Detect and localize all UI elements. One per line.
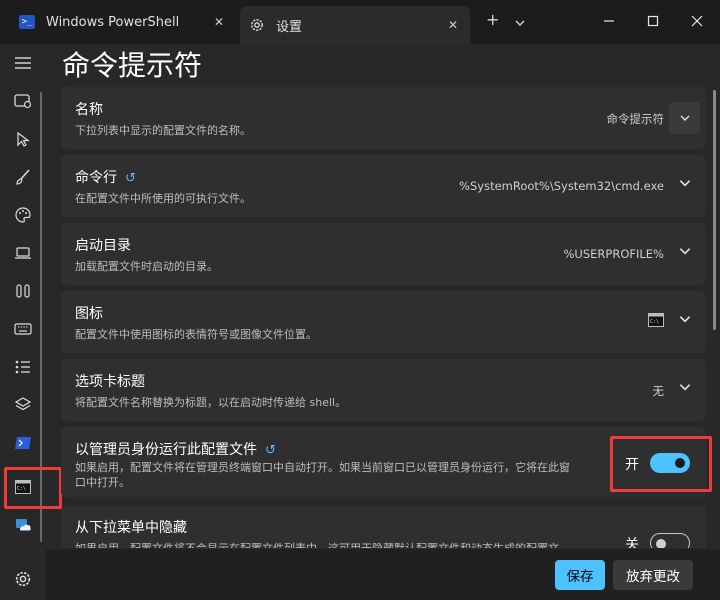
close-icon[interactable]: ✕ [214, 15, 224, 29]
setting-description: 在配置文件中所使用的可执行文件。 [75, 192, 251, 205]
tools-icon[interactable] [8, 276, 38, 306]
setting-title: 从下拉菜单中隐藏 [75, 520, 187, 536]
setting-title-row: 以管理员身份运行此配置文件 ↺ [75, 439, 276, 459]
setting-name[interactable]: 名称 下拉列表中显示的配置文件的名称。 命令提示符 [61, 87, 706, 149]
close-icon[interactable]: ✕ [448, 18, 458, 32]
gear-icon [248, 16, 266, 34]
chevron-down-icon[interactable] [514, 13, 526, 32]
title-bar: >_ Windows PowerShell ✕ 设置 ✕ + [0, 0, 720, 44]
reset-icon[interactable]: ↺ [265, 443, 276, 458]
laptop-icon[interactable] [8, 238, 38, 268]
hamburger-menu-icon[interactable] [8, 48, 38, 78]
setting-title: 启动目录 [75, 238, 131, 254]
svg-text:C:\: C:\ [650, 319, 659, 325]
highlight-box [610, 436, 712, 492]
highlight-box [4, 467, 62, 509]
setting-value: 无 [652, 384, 665, 398]
tab-windows-powershell[interactable]: >_ Windows PowerShell ✕ [8, 6, 236, 38]
layers-icon[interactable] [8, 390, 38, 420]
setting-title-row: 命令行 ↺ [75, 167, 136, 187]
azure-cloud-icon[interactable] [8, 510, 38, 540]
setting-description: 配置文件中使用图标的表情符号或图像文件位置。 [75, 328, 317, 341]
setting-description: 将配置文件名称替换为标题，以在启动时传递给 shell。 [75, 396, 347, 409]
expand-button[interactable] [669, 102, 700, 134]
chevron-down-icon [680, 115, 689, 121]
keyboard-icon[interactable] [8, 314, 38, 344]
setting-value: %USERPROFILE% [563, 247, 665, 261]
tab-label: Windows PowerShell [46, 14, 180, 30]
chevron-down-icon[interactable] [678, 176, 692, 190]
setting-title: 以管理员身份运行此配置文件 [75, 442, 257, 458]
reset-icon[interactable]: ↺ [125, 171, 136, 186]
tab-label: 设置 [276, 19, 303, 35]
setting-tab-title[interactable]: 选项卡标题 将配置文件名称替换为标题，以在启动时传递给 shell。 无 [61, 359, 706, 421]
save-button[interactable]: 保存 [555, 560, 605, 590]
brush-icon[interactable] [8, 162, 38, 192]
powershell-icon: >_ [18, 13, 36, 31]
setting-value: 命令提示符 [606, 112, 665, 126]
setting-title: 命令行 [75, 170, 117, 186]
setting-description: 加载配置文件时启动的目录。 [75, 260, 218, 273]
close-window-icon[interactable] [682, 8, 712, 34]
tab-settings[interactable]: 设置 ✕ [240, 6, 470, 44]
setting-description: 下拉列表中显示的配置文件的名称。 [75, 124, 251, 137]
terminal-icon: C:\ [648, 313, 664, 327]
setting-icon[interactable]: 图标 配置文件中使用图标的表情符号或图像文件位置。 C:\ [61, 291, 706, 353]
maximize-icon[interactable] [638, 8, 668, 34]
setting-start-directory[interactable]: 启动目录 加载配置文件时启动的目录。 %USERPROFILE% [61, 223, 706, 285]
discard-changes-button[interactable]: 放弃更改 [613, 560, 693, 590]
chevron-down-icon[interactable] [678, 312, 692, 326]
setting-title: 选项卡标题 [75, 374, 145, 390]
startup-icon[interactable] [8, 86, 38, 116]
setting-description-line: 口中打开。 [75, 476, 130, 489]
gear-icon[interactable] [8, 564, 38, 594]
setting-description-line: 如果启用，配置文件将在管理员终端窗口中自动打开。如果当前窗口已以管理员身份运行，… [75, 461, 570, 474]
chevron-down-icon[interactable] [678, 380, 692, 394]
new-tab-icon[interactable]: + [486, 10, 499, 29]
list-icon[interactable] [8, 352, 38, 382]
setting-value: %SystemRoot%\System32\cmd.exe [459, 179, 664, 193]
powershell-profile-icon[interactable] [8, 428, 38, 458]
setting-title: 名称 [75, 102, 103, 118]
content-scrollbar[interactable] [713, 90, 716, 330]
minimize-icon[interactable] [594, 8, 624, 34]
setting-title: 图标 [75, 306, 103, 322]
setting-description: 如果启用，配置文件将在管理员终端窗口中自动打开。如果当前窗口已以管理员身份运行，… [75, 460, 570, 490]
palette-icon[interactable] [8, 200, 38, 230]
interaction-icon[interactable] [8, 124, 38, 154]
setting-command-line[interactable]: 命令行 ↺ 在配置文件中所使用的可执行文件。 %SystemRoot%\Syste… [61, 155, 706, 217]
chevron-down-icon[interactable] [678, 244, 692, 258]
page-title: 命令提示符 [62, 49, 203, 82]
